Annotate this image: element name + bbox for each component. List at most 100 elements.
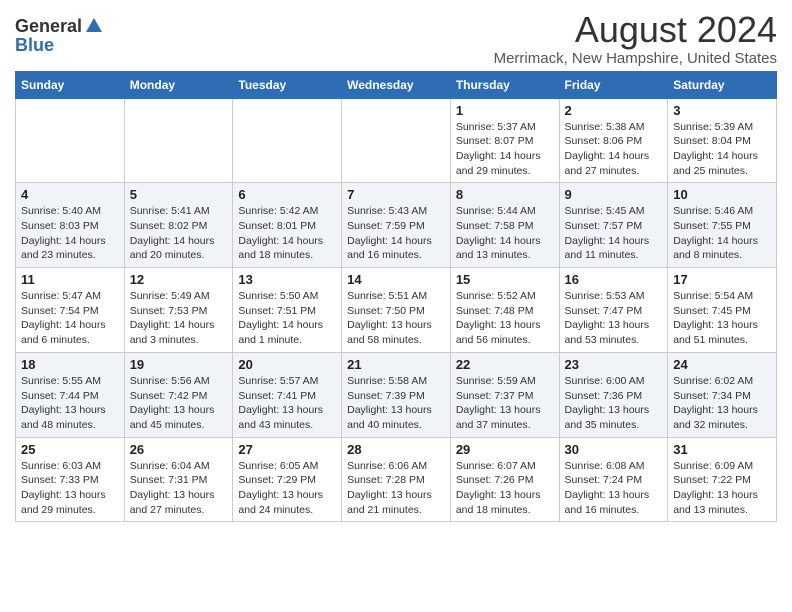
day-info: Sunrise: 5:53 AM Sunset: 7:47 PM Dayligh… [565,289,663,348]
day-info: Sunrise: 6:03 AM Sunset: 7:33 PM Dayligh… [21,459,119,518]
day-info: Sunrise: 6:07 AM Sunset: 7:26 PM Dayligh… [456,459,554,518]
day-info: Sunrise: 5:58 AM Sunset: 7:39 PM Dayligh… [347,374,445,433]
day-number: 30 [565,442,663,457]
day-number: 11 [21,272,119,287]
day-number: 14 [347,272,445,287]
day-number: 3 [673,103,771,118]
day-number: 23 [565,357,663,372]
calendar-cell: 31 Sunrise: 6:09 AM Sunset: 7:22 PM Dayli… [668,437,777,522]
day-info: Sunrise: 5:55 AM Sunset: 7:44 PM Dayligh… [21,374,119,433]
calendar-cell [124,98,233,183]
calendar-cell: 12Sunrise: 5:49 AM Sunset: 7:53 PM Dayli… [124,268,233,353]
column-header-thursday: Thursday [450,71,559,98]
day-info: Sunrise: 5:42 AM Sunset: 8:01 PM Dayligh… [238,204,336,263]
calendar-cell: 25 Sunrise: 6:03 AM Sunset: 7:33 PM Dayli… [16,437,125,522]
logo-general-text: General [15,17,82,35]
calendar-cell [342,98,451,183]
column-header-friday: Friday [559,71,668,98]
calendar-cell: 17 Sunrise: 5:54 AM Sunset: 7:45 PM Dayli… [668,268,777,353]
calendar-cell: 4 Sunrise: 5:40 AM Sunset: 8:03 PM Daylig… [16,183,125,268]
calendar-cell: 19 Sunrise: 5:56 AM Sunset: 7:42 PM Dayli… [124,352,233,437]
day-number: 19 [130,357,228,372]
day-info: Sunrise: 5:49 AM Sunset: 7:53 PM Dayligh… [130,289,228,348]
day-number: 24 [673,357,771,372]
day-info: Sunrise: 5:47 AM Sunset: 7:54 PM Dayligh… [21,289,119,348]
day-number: 16 [565,272,663,287]
calendar-week-row: 11 Sunrise: 5:47 AM Sunset: 7:54 PM Dayli… [16,268,777,353]
day-info: Sunrise: 6:09 AM Sunset: 7:22 PM Dayligh… [673,459,771,518]
column-header-monday: Monday [124,71,233,98]
calendar-cell: 5Sunrise: 5:41 AM Sunset: 8:02 PM Daylig… [124,183,233,268]
calendar-cell: 21 Sunrise: 5:58 AM Sunset: 7:39 PM Dayli… [342,352,451,437]
day-number: 21 [347,357,445,372]
calendar-cell: 22Sunrise: 5:59 AM Sunset: 7:37 PM Dayli… [450,352,559,437]
column-header-saturday: Saturday [668,71,777,98]
calendar-cell: 23 Sunrise: 6:00 AM Sunset: 7:36 PM Dayli… [559,352,668,437]
day-number: 8 [456,187,554,202]
calendar-cell: 20Sunrise: 5:57 AM Sunset: 7:41 PM Dayli… [233,352,342,437]
page-header: General Blue August 2024 Merrimack, New … [15,10,777,67]
day-number: 9 [565,187,663,202]
logo: General Blue [15,16,104,54]
day-info: Sunrise: 5:54 AM Sunset: 7:45 PM Dayligh… [673,289,771,348]
day-number: 25 [21,442,119,457]
calendar-cell: 16 Sunrise: 5:53 AM Sunset: 7:47 PM Dayli… [559,268,668,353]
day-number: 18 [21,357,119,372]
day-info: Sunrise: 5:40 AM Sunset: 8:03 PM Dayligh… [21,204,119,263]
column-header-sunday: Sunday [16,71,125,98]
day-info: Sunrise: 5:52 AM Sunset: 7:48 PM Dayligh… [456,289,554,348]
column-header-wednesday: Wednesday [342,71,451,98]
logo-icon [84,16,104,36]
calendar-cell: 28Sunrise: 6:06 AM Sunset: 7:28 PM Dayli… [342,437,451,522]
day-number: 15 [456,272,554,287]
day-number: 22 [456,357,554,372]
day-number: 7 [347,187,445,202]
day-number: 6 [238,187,336,202]
day-number: 17 [673,272,771,287]
day-info: Sunrise: 5:51 AM Sunset: 7:50 PM Dayligh… [347,289,445,348]
subtitle: Merrimack, New Hampshire, United States [494,50,777,67]
day-number: 26 [130,442,228,457]
calendar-cell: 18 Sunrise: 5:55 AM Sunset: 7:44 PM Dayli… [16,352,125,437]
calendar-week-row: 1Sunrise: 5:37 AM Sunset: 8:07 PM Daylig… [16,98,777,183]
calendar-cell: 13Sunrise: 5:50 AM Sunset: 7:51 PM Dayli… [233,268,342,353]
day-info: Sunrise: 5:44 AM Sunset: 7:58 PM Dayligh… [456,204,554,263]
main-title: August 2024 [494,10,777,50]
day-info: Sunrise: 6:00 AM Sunset: 7:36 PM Dayligh… [565,374,663,433]
calendar-cell [16,98,125,183]
calendar-week-row: 18 Sunrise: 5:55 AM Sunset: 7:44 PM Dayli… [16,352,777,437]
calendar-cell: 9Sunrise: 5:45 AM Sunset: 7:57 PM Daylig… [559,183,668,268]
calendar-cell: 3 Sunrise: 5:39 AM Sunset: 8:04 PM Daylig… [668,98,777,183]
day-number: 4 [21,187,119,202]
day-number: 10 [673,187,771,202]
calendar-cell: 24 Sunrise: 6:02 AM Sunset: 7:34 PM Dayli… [668,352,777,437]
day-info: Sunrise: 5:46 AM Sunset: 7:55 PM Dayligh… [673,204,771,263]
calendar-table: SundayMondayTuesdayWednesdayThursdayFrid… [15,71,777,523]
calendar-cell: 27Sunrise: 6:05 AM Sunset: 7:29 PM Dayli… [233,437,342,522]
day-number: 31 [673,442,771,457]
title-area: August 2024 Merrimack, New Hampshire, Un… [494,10,777,67]
calendar-week-row: 4 Sunrise: 5:40 AM Sunset: 8:03 PM Daylig… [16,183,777,268]
day-info: Sunrise: 6:02 AM Sunset: 7:34 PM Dayligh… [673,374,771,433]
day-info: Sunrise: 6:05 AM Sunset: 7:29 PM Dayligh… [238,459,336,518]
calendar-cell: 30 Sunrise: 6:08 AM Sunset: 7:24 PM Dayli… [559,437,668,522]
day-info: Sunrise: 6:04 AM Sunset: 7:31 PM Dayligh… [130,459,228,518]
calendar-cell [233,98,342,183]
calendar-cell: 6 Sunrise: 5:42 AM Sunset: 8:01 PM Daylig… [233,183,342,268]
calendar-cell: 8 Sunrise: 5:44 AM Sunset: 7:58 PM Daylig… [450,183,559,268]
day-info: Sunrise: 5:39 AM Sunset: 8:04 PM Dayligh… [673,120,771,179]
logo-blue-text: Blue [15,36,54,54]
day-number: 1 [456,103,554,118]
calendar-cell: 10 Sunrise: 5:46 AM Sunset: 7:55 PM Dayli… [668,183,777,268]
calendar-cell: 1Sunrise: 5:37 AM Sunset: 8:07 PM Daylig… [450,98,559,183]
calendar-cell: 29Sunrise: 6:07 AM Sunset: 7:26 PM Dayli… [450,437,559,522]
day-info: Sunrise: 5:43 AM Sunset: 7:59 PM Dayligh… [347,204,445,263]
day-info: Sunrise: 5:57 AM Sunset: 7:41 PM Dayligh… [238,374,336,433]
day-number: 2 [565,103,663,118]
calendar-week-row: 25 Sunrise: 6:03 AM Sunset: 7:33 PM Dayli… [16,437,777,522]
day-number: 5 [130,187,228,202]
day-info: Sunrise: 5:56 AM Sunset: 7:42 PM Dayligh… [130,374,228,433]
calendar-header-row: SundayMondayTuesdayWednesdayThursdayFrid… [16,71,777,98]
day-info: Sunrise: 6:08 AM Sunset: 7:24 PM Dayligh… [565,459,663,518]
column-header-tuesday: Tuesday [233,71,342,98]
